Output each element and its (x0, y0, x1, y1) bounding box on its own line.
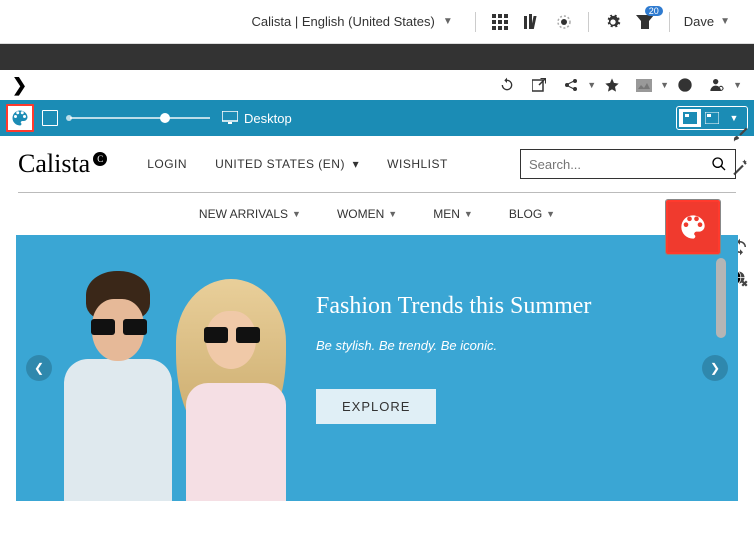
viewport-outline-icon[interactable] (42, 110, 58, 126)
explore-button[interactable]: EXPLORE (316, 389, 436, 424)
chevron-down-icon[interactable]: ▼ (660, 80, 669, 90)
chevron-down-icon[interactable]: ▼ (587, 80, 596, 90)
pie-chart-icon[interactable] (673, 73, 697, 97)
target-icon[interactable] (552, 10, 576, 34)
divider (588, 12, 589, 32)
dark-band (0, 44, 754, 70)
palette-tool-button[interactable] (6, 104, 34, 132)
user-name-label[interactable]: Dave (684, 14, 714, 29)
hero-image (16, 235, 316, 501)
nav-wishlist[interactable]: WISHLIST (387, 157, 448, 171)
refresh-icon[interactable] (495, 73, 519, 97)
external-link-icon[interactable] (527, 73, 551, 97)
slider-thumb[interactable] (160, 113, 170, 123)
palette-overlay-button[interactable] (666, 200, 720, 254)
image-icon[interactable] (632, 73, 656, 97)
hero-banner: Fashion Trends this Summer Be stylish. B… (16, 235, 738, 501)
desktop-icon (222, 111, 238, 125)
chevron-down-icon[interactable]: ▼ (443, 16, 453, 27)
carousel-prev[interactable]: ❮ (26, 355, 52, 381)
notification-badge: 20 (645, 6, 663, 16)
view-mode-a[interactable] (679, 109, 701, 127)
search-box[interactable] (520, 149, 736, 179)
gear-icon[interactable] (601, 10, 625, 34)
divider (669, 12, 670, 32)
scrollbar-thumb[interactable] (716, 258, 726, 338)
site-locale-label[interactable]: Calista | English (United States) (252, 14, 435, 29)
expand-arrow[interactable]: ❯ (12, 75, 27, 96)
cat-blog[interactable]: BLOG ▼ (509, 207, 555, 221)
nav-locale[interactable]: UNITED STATES (EN) ▾ (215, 157, 359, 171)
cat-women[interactable]: WOMEN ▼ (337, 207, 397, 221)
logo-badge: C (93, 152, 107, 166)
slider-start (66, 115, 72, 121)
apps-grid-icon[interactable] (488, 10, 512, 34)
cat-men[interactable]: MEN ▼ (433, 207, 473, 221)
share-icon[interactable] (559, 73, 583, 97)
divider (475, 12, 476, 32)
viewport-label: Desktop (244, 111, 292, 126)
cat-new-arrivals[interactable]: NEW ARRIVALS ▼ (199, 207, 301, 221)
user-settings-icon[interactable] (705, 73, 729, 97)
search-input[interactable] (529, 157, 711, 172)
chevron-down-icon[interactable]: ▼ (720, 16, 730, 27)
chevron-down-icon[interactable]: ▼ (733, 80, 742, 90)
hero-subtitle: Be stylish. Be trendy. Be iconic. (316, 338, 718, 353)
star-icon[interactable] (600, 73, 624, 97)
search-icon[interactable] (711, 156, 727, 172)
viewport-slider[interactable] (70, 117, 210, 119)
view-mode-b[interactable] (701, 109, 723, 127)
nav-login[interactable]: LOGIN (147, 157, 187, 171)
carousel-next[interactable]: ❯ (702, 355, 728, 381)
inbox-icon[interactable]: 20 (633, 10, 657, 34)
logo[interactable]: CalistaC (18, 149, 107, 179)
library-icon[interactable] (520, 10, 544, 34)
hero-title: Fashion Trends this Summer (316, 293, 718, 320)
